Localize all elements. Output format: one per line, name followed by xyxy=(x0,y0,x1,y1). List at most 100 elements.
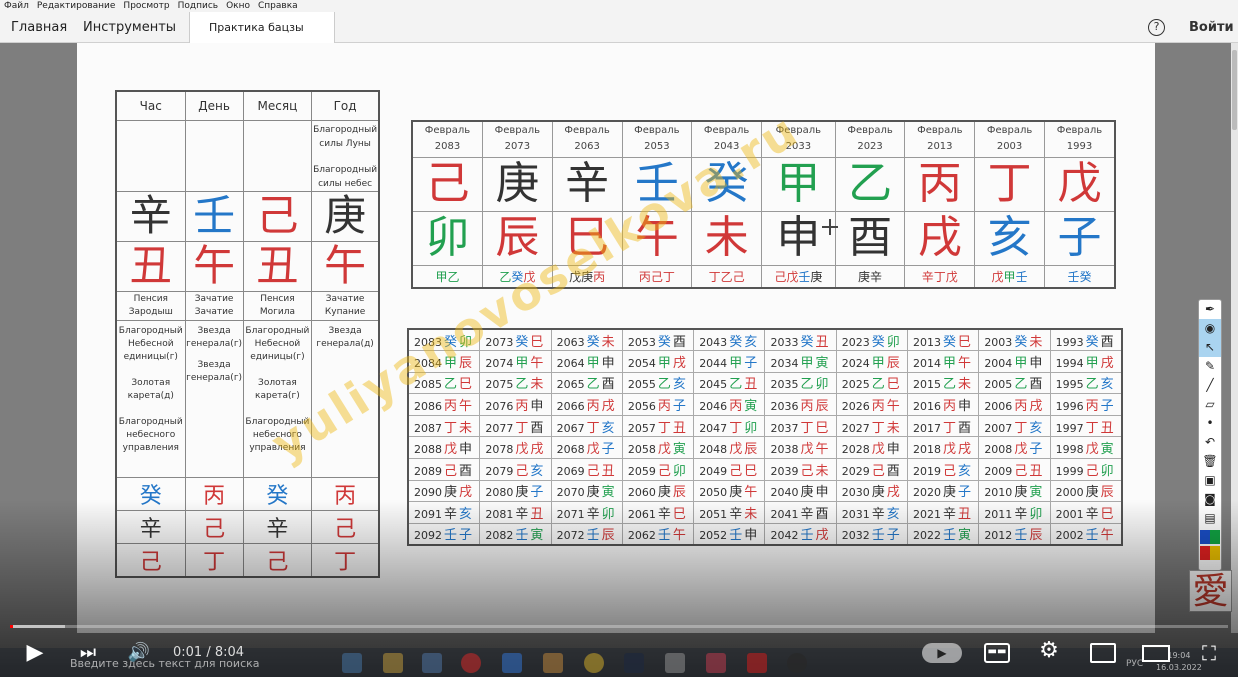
year-cell: 2063 癸未 xyxy=(550,328,623,352)
year-cell: 2018 戊戌 xyxy=(907,436,980,460)
play-icon[interactable]: ▶ xyxy=(20,641,50,665)
buffered-bar xyxy=(10,625,65,628)
screen-icon[interactable]: ▣ xyxy=(1199,471,1221,490)
highlighter-icon[interactable]: ✎ xyxy=(1199,357,1221,376)
tab-document[interactable]: Практика бацзы 16...× xyxy=(189,12,335,65)
year-cell: 2066 丙戌 xyxy=(550,393,623,416)
year-stem: 甲 xyxy=(1085,355,1099,371)
pen-icon[interactable]: ✒ xyxy=(1199,300,1221,319)
year-branch: 亥 xyxy=(1100,377,1114,393)
hidden-char: 庚辛 xyxy=(858,269,883,284)
stem-day: 壬 xyxy=(184,190,244,242)
stem-month: 己 xyxy=(242,190,313,242)
menu-file[interactable]: Файл xyxy=(4,0,29,12)
dot-icon[interactable]: • xyxy=(1199,414,1221,433)
hidden-char: 甲乙 xyxy=(435,269,460,284)
tab-tools[interactable]: Инструменты xyxy=(83,12,176,43)
menu-sign[interactable]: Подпись xyxy=(178,0,218,12)
year-cell: 1993 癸酉 xyxy=(1049,328,1123,352)
phase-text: Могила xyxy=(259,306,295,317)
month-stem-cell: 壬 xyxy=(621,156,693,212)
folder-icon[interactable] xyxy=(383,653,403,673)
taskbar-app-icon[interactable] xyxy=(422,653,442,673)
volume-icon[interactable]: 🔊 xyxy=(124,641,154,665)
year-cell: 2038 戊午 xyxy=(764,436,837,460)
autoplay-toggle-icon[interactable]: ▶ xyxy=(922,643,962,663)
branch-char: 辰 xyxy=(495,212,540,263)
table-row: 2084 甲辰 2074 甲午 2064 甲申 2054 甲戌 2044 甲子 2034 甲寅 2024… xyxy=(407,350,1123,373)
obs-icon[interactable] xyxy=(787,653,807,673)
help-icon[interactable]: ? xyxy=(1148,19,1165,36)
year-branch: 辰 xyxy=(672,485,686,501)
phase-day: Зачатие Зачатие xyxy=(184,290,244,321)
signin-button[interactable]: Войти xyxy=(1189,12,1234,43)
month-stem-cell: 乙 xyxy=(834,156,906,212)
settings-gear-icon[interactable]: ⚙ xyxy=(1036,639,1062,663)
hidden-char: 丁乙 xyxy=(708,269,733,284)
year-number: 2086 xyxy=(414,400,442,414)
opera-icon[interactable] xyxy=(461,653,481,673)
year-branch: 卯 xyxy=(744,420,758,436)
tab-home[interactable]: Главная xyxy=(11,12,67,43)
menu-help[interactable]: Справка xyxy=(258,0,298,12)
taskbar-app-icon[interactable] xyxy=(624,653,644,673)
undo-icon[interactable]: ↶ xyxy=(1199,433,1221,452)
trash-icon[interactable]: 🗑 xyxy=(1199,452,1221,471)
stem-char: 丙 xyxy=(917,158,962,209)
year-cell: 2015 乙未 xyxy=(907,371,980,395)
input-language[interactable]: РУС xyxy=(1126,659,1143,669)
month-year: 2063 xyxy=(574,141,600,153)
year-number: 2033 xyxy=(770,335,799,349)
time-display: 0:01 / 8:04 xyxy=(173,645,245,660)
empty-cell xyxy=(242,119,313,192)
clock-time: 19:04 xyxy=(1167,651,1191,660)
menu-window[interactable]: Окно xyxy=(226,0,250,12)
year-cell: 2006 丙戌 xyxy=(978,393,1051,416)
year-cell: 2029 己酉 xyxy=(835,458,909,481)
video-progress-bar[interactable] xyxy=(10,625,1228,628)
eye-icon[interactable]: ◉ xyxy=(1199,319,1221,338)
table-row: 2090 庚戌 2080 庚子 2070 庚寅 2060 庚辰 2050 庚午 2040 庚申 2030… xyxy=(407,479,1123,503)
year-branch: 寅 xyxy=(815,355,829,371)
year-number: 2044 xyxy=(699,356,728,370)
hidden-char: 戊庚 xyxy=(569,269,594,284)
pointer-icon[interactable]: ↖ xyxy=(1199,338,1221,357)
acrobat-icon[interactable] xyxy=(747,653,767,673)
month-branch-cell: 午 xyxy=(621,210,693,266)
year-cell: 2003 癸未 xyxy=(978,328,1051,352)
taskbar-app-icon[interactable] xyxy=(543,653,563,673)
branch-char: 亥 xyxy=(987,212,1032,263)
year-cell: 2049 己巳 xyxy=(693,458,766,481)
chrome-icon[interactable] xyxy=(584,653,604,673)
year-stem: 丁 xyxy=(943,420,957,436)
menu-view[interactable]: Просмотр xyxy=(123,0,169,12)
taskbar-app-icon[interactable] xyxy=(665,653,685,673)
hidden-char: 己戊 xyxy=(774,269,799,284)
year-stem: 戊 xyxy=(943,442,957,458)
stem-char: 庚 xyxy=(324,191,367,240)
year-cell: 1995 乙亥 xyxy=(1049,371,1123,395)
stem-char: 戊 xyxy=(1057,158,1102,209)
menu-edit[interactable]: Редактирование xyxy=(37,0,116,12)
dropbox-icon[interactable] xyxy=(502,653,522,673)
year-branch: 午 xyxy=(459,399,473,415)
year-stem: 乙 xyxy=(444,377,458,393)
scrollbar-thumb[interactable] xyxy=(1232,50,1237,130)
taskbar-clock[interactable]: 19:04 16.03.2022 xyxy=(1156,650,1202,674)
year-cell: 2078 戊戌 xyxy=(479,436,552,460)
year-cell: 2023 癸卯 xyxy=(835,328,909,352)
branch-day: 午 xyxy=(184,240,244,292)
miniplayer-icon[interactable] xyxy=(1090,643,1116,663)
branch-char: 戌 xyxy=(917,212,962,263)
line-icon[interactable]: ╱ xyxy=(1199,376,1221,395)
taskbar-app-icon[interactable] xyxy=(342,653,362,673)
subtitles-icon[interactable]: ▬▬ xyxy=(984,643,1010,663)
year-stem: 己 xyxy=(943,463,957,479)
next-icon[interactable]: ⏭ xyxy=(74,641,102,665)
eraser-icon[interactable]: ▱ xyxy=(1199,395,1221,414)
year-number: 1995 xyxy=(1055,378,1084,392)
year-cell: 2089 己酉 xyxy=(407,458,481,481)
taskbar-app-icon[interactable] xyxy=(706,653,726,673)
year-cell: 2010 庚寅 xyxy=(978,479,1051,503)
month-stem-cell: 己 xyxy=(411,156,483,212)
